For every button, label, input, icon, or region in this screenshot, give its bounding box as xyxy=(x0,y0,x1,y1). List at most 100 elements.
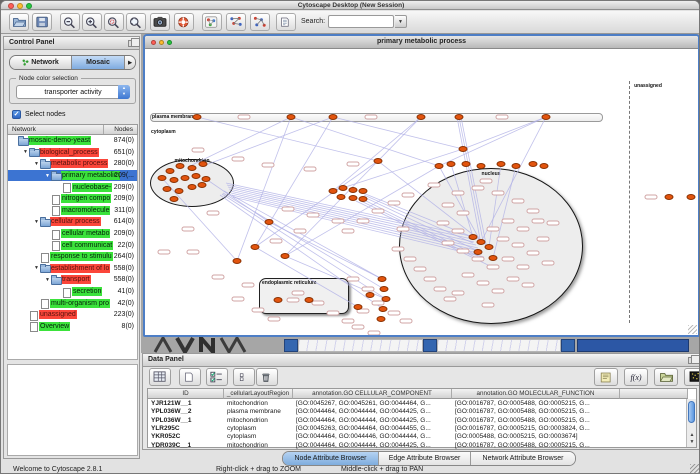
graph-node[interactable] xyxy=(474,249,483,255)
graph-node[interactable] xyxy=(687,194,696,200)
background-window-fragment[interactable] xyxy=(423,339,437,352)
background-window-fragment[interactable] xyxy=(561,339,575,352)
table-scrollbar-arrows-icon[interactable]: ▲▼ xyxy=(687,432,697,446)
graph-node[interactable] xyxy=(417,114,426,120)
table-cell[interactable]: YDR039C__1 xyxy=(148,442,224,450)
tree-row[interactable]: secretion41(0) xyxy=(8,286,137,298)
unselect-attributes-button[interactable] xyxy=(233,368,255,386)
graph-node[interactable] xyxy=(366,292,375,298)
graph-node[interactable] xyxy=(512,163,521,169)
table-cell[interactable]: YPL036W__2 xyxy=(148,408,224,416)
table-cell[interactable]: YKR052C xyxy=(148,433,224,441)
node-label[interactable] xyxy=(347,277,360,282)
graph-node[interactable] xyxy=(163,186,172,192)
table-cell[interactable]: [GO:0005488, GO:0005215, GO:0003674] xyxy=(452,433,620,441)
node-label[interactable] xyxy=(547,221,560,226)
tab-overflow-arrow-icon[interactable]: ▶ xyxy=(125,56,135,69)
node-label[interactable] xyxy=(307,213,320,218)
tree-row[interactable]: ▼establishment of lo558(0) xyxy=(8,263,137,275)
node-label[interactable] xyxy=(472,257,485,262)
node-label[interactable] xyxy=(487,265,500,270)
node-label[interactable] xyxy=(282,207,295,212)
node-label[interactable] xyxy=(542,261,555,266)
graph-node[interactable] xyxy=(199,161,208,167)
node-label[interactable] xyxy=(517,227,530,232)
graph-node[interactable] xyxy=(287,114,296,120)
node-label[interactable] xyxy=(270,239,283,244)
graph-node[interactable] xyxy=(447,161,456,167)
graph-node[interactable] xyxy=(198,182,207,188)
node-label[interactable] xyxy=(457,249,470,254)
expand-triangle-icon[interactable]: ▼ xyxy=(33,219,40,225)
zoom-selected-button[interactable] xyxy=(104,13,124,31)
select-nodes-checkbox[interactable]: ✓ xyxy=(12,110,21,119)
open-button[interactable] xyxy=(9,13,29,31)
graph-node[interactable] xyxy=(181,175,190,181)
attribute-grid-button[interactable] xyxy=(149,368,171,386)
delete-attribute-button[interactable] xyxy=(256,368,278,386)
save-button[interactable] xyxy=(32,13,52,31)
node-label[interactable] xyxy=(532,219,545,224)
table-cell[interactable]: [GO:0044464, GO:0044444, GO:0044425, G..… xyxy=(293,417,452,425)
graph-node[interactable] xyxy=(349,187,358,193)
node-label[interactable] xyxy=(327,311,340,316)
graph-node[interactable] xyxy=(233,258,242,264)
node-label[interactable] xyxy=(462,273,475,278)
table-cell[interactable]: mitochondrion xyxy=(224,442,293,450)
node-label[interactable] xyxy=(502,219,515,224)
graph-node[interactable] xyxy=(166,168,175,174)
node-label[interactable] xyxy=(365,115,378,120)
tab-network[interactable]: Network xyxy=(10,56,72,69)
search-input[interactable] xyxy=(328,15,394,28)
expand-triangle-icon[interactable]: ▼ xyxy=(44,277,51,283)
graph-node[interactable] xyxy=(251,244,260,250)
graph-node[interactable] xyxy=(378,276,387,282)
table-scrollbar-thumb[interactable] xyxy=(688,401,695,423)
node-label[interactable] xyxy=(187,250,200,255)
node-label[interactable] xyxy=(342,229,355,234)
graph-node[interactable] xyxy=(329,114,338,120)
table-cell[interactable]: mitochondrion xyxy=(224,400,293,408)
node-label[interactable] xyxy=(452,229,465,234)
node-label[interactable] xyxy=(158,250,171,255)
node-label[interactable] xyxy=(312,301,325,306)
expand-triangle-icon[interactable]: ▼ xyxy=(33,265,40,271)
graph-node[interactable] xyxy=(497,161,506,167)
graph-node[interactable] xyxy=(193,114,202,120)
node-label[interactable] xyxy=(424,277,437,282)
tree-row[interactable]: multi-organism pro42(0) xyxy=(8,297,137,309)
node-label[interactable] xyxy=(496,115,509,120)
zoom-out-button[interactable] xyxy=(60,13,80,31)
network-window-titlebar[interactable]: primary metabolic process xyxy=(145,36,698,49)
node-label[interactable] xyxy=(402,193,415,198)
tree-row[interactable]: macromolecule311(0) xyxy=(8,205,137,217)
node-label[interactable] xyxy=(527,251,540,256)
tree-row[interactable]: response to stimulu264(0) xyxy=(8,251,137,263)
node-label[interactable] xyxy=(262,163,275,168)
node-label[interactable] xyxy=(232,157,245,162)
tree-row[interactable]: unassigned223(0) xyxy=(8,309,137,321)
table-cell[interactable]: [GO:0045263, GO:0044464, GO:0044455, G..… xyxy=(293,425,452,433)
node-label[interactable] xyxy=(347,162,360,167)
graph-node[interactable] xyxy=(359,188,368,194)
graph-node[interactable] xyxy=(170,177,179,183)
float-data-panel-icon[interactable] xyxy=(688,357,695,364)
layout-nodes-button[interactable] xyxy=(226,13,246,31)
node-label[interactable] xyxy=(242,283,255,288)
graph-node[interactable] xyxy=(379,306,388,312)
graph-node[interactable] xyxy=(175,188,184,194)
tree-row[interactable]: ▼primary metabolic process209(... xyxy=(8,170,137,182)
table-scrollbar[interactable]: ▲▼ xyxy=(686,399,696,447)
column-header[interactable]: ID xyxy=(148,389,224,399)
graph-node[interactable] xyxy=(188,184,197,190)
layout-edges-button[interactable] xyxy=(250,13,270,31)
node-label[interactable] xyxy=(357,219,370,224)
node-label[interactable] xyxy=(372,209,385,214)
node-label[interactable] xyxy=(492,289,505,294)
graph-node[interactable] xyxy=(529,161,538,167)
table-cell[interactable]: [GO:0044464, GO:0044444, GO:0044425, G..… xyxy=(293,408,452,416)
node-label[interactable] xyxy=(352,325,365,330)
node-label[interactable] xyxy=(492,191,505,196)
vizmapper-button[interactable] xyxy=(202,13,222,31)
node-label[interactable] xyxy=(400,319,413,324)
